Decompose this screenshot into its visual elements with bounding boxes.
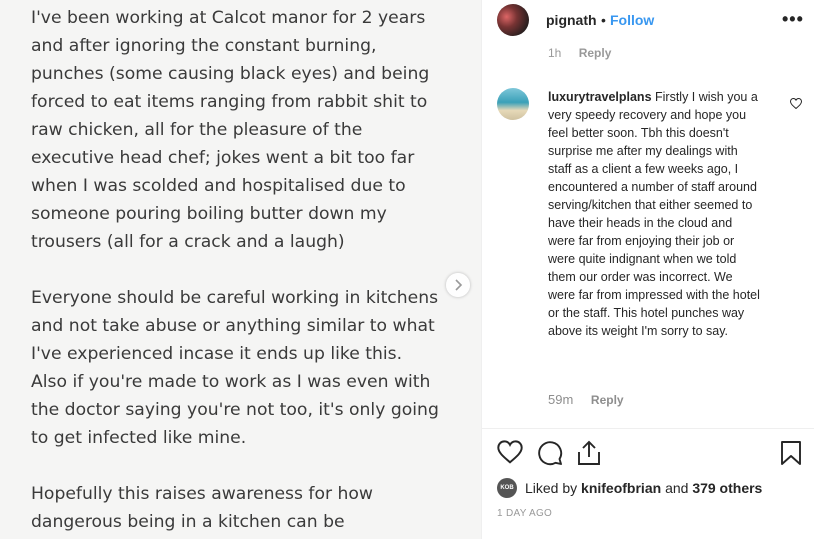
- share-icon[interactable]: [577, 440, 601, 466]
- header-separator: •: [601, 12, 606, 28]
- commenter-username[interactable]: luxurytravelplans: [548, 90, 652, 104]
- likes-count[interactable]: 379 others: [692, 480, 762, 496]
- likes-middle: and: [665, 480, 689, 496]
- actions-divider: [482, 428, 814, 429]
- comment-like-icon[interactable]: [790, 98, 802, 109]
- post-actions: [497, 440, 807, 470]
- comment-time: 59m: [548, 392, 574, 407]
- likes-summary: KOB Liked by knifeofbrian and 379 others: [497, 478, 762, 498]
- comment-meta: 59m Reply: [548, 392, 624, 407]
- comment-body: luxurytravelplans Firstly I wish you a v…: [548, 88, 760, 340]
- heart-icon[interactable]: [497, 440, 523, 464]
- likes-prefix: Liked by: [525, 480, 578, 496]
- liker-avatar[interactable]: KOB: [497, 478, 517, 498]
- post-sidebar: pignath • Follow ••• 1h Reply luxurytrav…: [481, 0, 814, 539]
- post-paragraph-2: Everyone should be careful working in ki…: [31, 288, 439, 448]
- post-date[interactable]: 1 DAY AGO: [497, 508, 552, 519]
- next-image-button[interactable]: [446, 273, 470, 297]
- bookmark-icon[interactable]: [780, 440, 802, 466]
- more-options-icon[interactable]: •••: [782, 9, 804, 30]
- post-paragraph-3: Hopefully this raises awareness for how …: [31, 484, 373, 532]
- follow-button[interactable]: Follow: [610, 12, 654, 28]
- post-text: I've been working at Calcot manor for 2 …: [31, 4, 471, 539]
- comment-text: Firstly I wish you a very speedy recover…: [548, 90, 760, 338]
- comment-reply-button[interactable]: Reply: [591, 393, 624, 407]
- post-header: pignath • Follow •••: [482, 0, 814, 40]
- comment-icon[interactable]: [537, 440, 563, 466]
- liker-username[interactable]: knifeofbrian: [581, 480, 661, 496]
- chevron-right-icon: [455, 279, 463, 291]
- post-paragraph-1: I've been working at Calcot manor for 2 …: [31, 8, 430, 252]
- previous-comment-reply-button[interactable]: Reply: [579, 46, 612, 60]
- author-avatar[interactable]: [497, 4, 529, 36]
- previous-comment-meta: 1h Reply: [548, 46, 611, 60]
- author-username[interactable]: pignath: [546, 12, 597, 28]
- post-image: I've been working at Calcot manor for 2 …: [0, 0, 481, 539]
- commenter-avatar[interactable]: [497, 88, 529, 120]
- previous-comment-time: 1h: [548, 46, 562, 60]
